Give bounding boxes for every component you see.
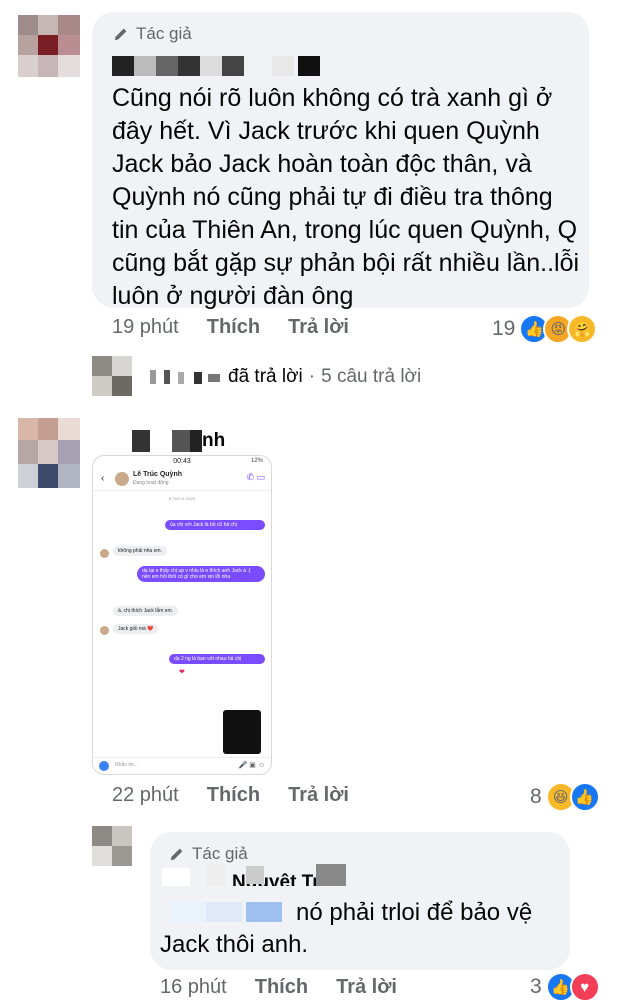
reaction-count: 19 bbox=[492, 317, 516, 340]
chat-message: không phải nha em. bbox=[113, 546, 167, 556]
composer-placeholder: Nhắn tin... bbox=[115, 762, 138, 768]
commenter-name-redacted bbox=[132, 430, 202, 452]
call-icons: ✆ ▭ bbox=[246, 472, 265, 482]
chat-message: dạ tại e thấy chị up v nhiu là e thích a… bbox=[137, 566, 265, 582]
avatar[interactable] bbox=[18, 418, 80, 488]
love-icon: ♥ bbox=[569, 972, 600, 1002]
like-button[interactable]: Thích bbox=[255, 976, 308, 999]
commenter-name-fragment: nh bbox=[202, 430, 226, 451]
reply-button[interactable]: Trả lời bbox=[288, 784, 349, 807]
author-badge: Tác giả bbox=[112, 24, 192, 44]
reaction-summary[interactable]: 19 👍 😡 🤗 bbox=[492, 314, 598, 344]
comment-text: nó phải trloi để bảo vệ bbox=[296, 899, 533, 926]
pencil-icon bbox=[114, 28, 127, 41]
reply-button[interactable]: Trả lời bbox=[336, 976, 397, 999]
like-button[interactable]: Thích bbox=[207, 784, 260, 807]
contact-avatar bbox=[115, 472, 129, 486]
replier-name-redacted bbox=[150, 366, 222, 386]
comment-time[interactable]: 22 phút bbox=[112, 784, 179, 807]
chat-header: ‹ Lê Trúc Quỳnh Đang hoạt động ✆ ▭ bbox=[93, 468, 271, 491]
back-icon: ‹ bbox=[101, 473, 105, 484]
comment-meta: 22 phút Thích Trả lời bbox=[112, 784, 349, 807]
like-button[interactable]: Thích bbox=[207, 316, 260, 339]
replies-summary[interactable]: đã trả lời · 5 câu trả lời bbox=[228, 366, 421, 388]
avatar[interactable] bbox=[18, 15, 80, 77]
comment-meta: 16 phút Thích Trả lời bbox=[160, 976, 397, 999]
author-badge: Tác giả bbox=[168, 844, 248, 864]
like-icon: 👍 bbox=[569, 782, 600, 812]
contact-status: Đang hoạt động bbox=[133, 480, 169, 486]
camera-icon bbox=[99, 761, 109, 771]
phone-battery: 12% bbox=[250, 458, 263, 464]
reply-avatar[interactable] bbox=[92, 356, 132, 396]
reaction-count: 8 bbox=[530, 785, 542, 808]
pencil-icon bbox=[170, 848, 183, 861]
video-thumbnail bbox=[223, 710, 261, 754]
mention-redacted bbox=[170, 902, 282, 922]
heart-reaction: ❤ bbox=[179, 669, 185, 676]
chat-message: à, chị thích Jack lắm em. bbox=[113, 606, 179, 616]
commenter-name-redacted bbox=[112, 56, 322, 76]
contact-mini-avatar bbox=[100, 626, 109, 635]
composer-icons: 🎤 ▣ ☺ bbox=[238, 762, 265, 769]
chat-message: Jack giỏi mà ❤️ bbox=[113, 624, 159, 634]
reply-button[interactable]: Trả lời bbox=[288, 316, 349, 339]
chat-message: dạ 2 ng là bạn với nhau hả chị bbox=[169, 654, 265, 664]
comment-time[interactable]: 19 phút bbox=[112, 316, 179, 339]
comment-text: Cũng nói rõ luôn không có trà xanh gì ở … bbox=[112, 84, 580, 310]
reaction-count: 3 bbox=[530, 975, 542, 998]
contact-name: Lê Trúc Quỳnh bbox=[133, 471, 183, 478]
phone-time: 00:43 bbox=[173, 458, 191, 465]
comment-meta: 19 phút Thích Trả lời bbox=[112, 316, 349, 339]
commenter-name-redacted bbox=[162, 864, 362, 886]
reaction-summary[interactable]: 3 👍 ♥ bbox=[530, 972, 600, 1002]
chat-message: ủa chị với Jack là bồ cũ hả chị bbox=[165, 520, 265, 530]
avatar[interactable] bbox=[92, 826, 132, 866]
chat-timestamp: 8 THG 6, 2020 bbox=[168, 496, 196, 501]
contact-mini-avatar bbox=[100, 549, 109, 558]
comment-time[interactable]: 16 phút bbox=[160, 976, 227, 999]
chat-composer: Nhắn tin... 🎤 ▣ ☺ bbox=[93, 757, 271, 774]
comment-text: Jack thôi anh. bbox=[160, 931, 309, 958]
attached-screenshot[interactable]: 00:43 12% ‹ Lê Trúc Quỳnh Đang hoạt động… bbox=[92, 455, 272, 775]
care-icon: 🤗 bbox=[567, 314, 598, 344]
reaction-summary[interactable]: 8 😆 👍 bbox=[530, 782, 600, 812]
